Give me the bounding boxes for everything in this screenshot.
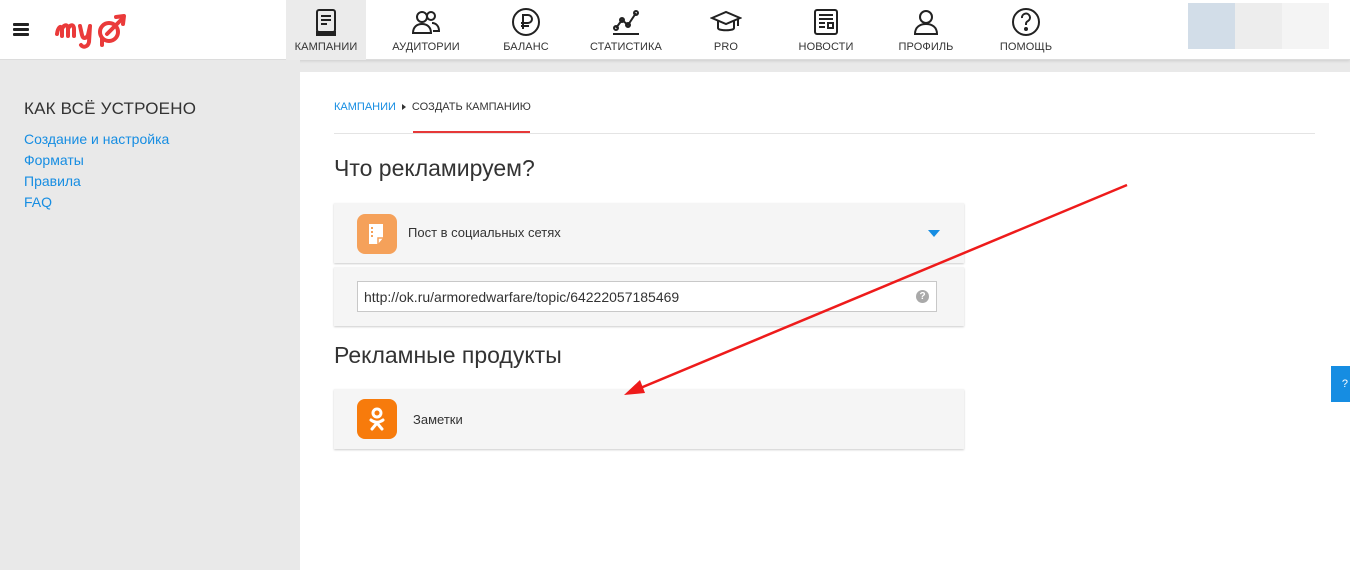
breadcrumb-current: СОЗДАТЬ КАМПАНИЮ — [411, 101, 531, 113]
breadcrumb-campaigns[interactable]: КАМПАНИИ — [334, 101, 396, 113]
nav-campaigns[interactable]: КАМПАНИИ — [286, 0, 366, 60]
main-content: КАМПАНИИ СОЗДАТЬ КАМПАНИЮ Что рекламируе… — [300, 72, 1350, 570]
help-sidebar: КАК ВСЁ УСТРОЕНО Создание и настройка Фо… — [0, 60, 300, 570]
balance-icon — [512, 8, 540, 36]
nav-audiences[interactable]: АУДИТОРИИ — [386, 0, 466, 60]
breadcrumb-divider — [334, 133, 1315, 134]
nav-label: НОВОСТИ — [798, 41, 854, 53]
odnoklassniki-icon — [357, 399, 397, 439]
breadcrumb-active-underline — [413, 131, 530, 133]
audiences-icon — [411, 11, 441, 34]
user-balance-area — [1282, 3, 1329, 49]
ad-product-label: Заметки — [413, 412, 463, 427]
url-input[interactable] — [357, 281, 937, 312]
sidebar-link-faq[interactable]: FAQ — [24, 192, 169, 213]
sidebar-link-rules[interactable]: Правила — [24, 171, 169, 192]
help-question-icon[interactable]: ? — [916, 290, 929, 303]
ad-products-title: Рекламные продукты — [334, 342, 562, 368]
profile-icon — [913, 10, 939, 35]
nav-label: ПРОФИЛЬ — [898, 41, 954, 53]
main-nav: КАМПАНИИ АУДИТОРИИ БАЛАНС СТАТИСТИКА PRO — [286, 0, 1086, 60]
object-type-label: Пост в социальных сетях — [408, 225, 561, 240]
url-card: ? — [334, 267, 964, 326]
what-advertise-title: Что рекламируем? — [334, 155, 535, 181]
social-post-icon — [357, 214, 397, 254]
nav-news[interactable]: НОВОСТИ — [786, 0, 866, 60]
nav-label: БАЛАНС — [503, 41, 549, 53]
nav-balance[interactable]: БАЛАНС — [486, 0, 566, 60]
mytarget-logo[interactable] — [52, 5, 136, 53]
nav-statistics[interactable]: СТАТИСТИКА — [586, 0, 666, 60]
breadcrumb: КАМПАНИИ СОЗДАТЬ КАМПАНИЮ — [334, 101, 531, 113]
nav-profile[interactable]: ПРОФИЛЬ — [886, 0, 966, 60]
statistics-icon — [613, 10, 639, 35]
breadcrumb-separator-icon — [401, 104, 406, 110]
nav-label: СТАТИСТИКА — [590, 41, 662, 53]
nav-pro[interactable]: PRO — [686, 0, 766, 60]
pro-icon — [710, 10, 742, 32]
help-icon — [1012, 8, 1040, 36]
sidebar-title: КАК ВСЁ УСТРОЕНО — [24, 99, 197, 118]
dropdown-arrow-icon[interactable] — [928, 230, 940, 237]
ad-product-card[interactable]: Заметки — [334, 389, 964, 449]
feedback-side-tab[interactable]: ? — [1331, 366, 1350, 402]
user-avatar — [1188, 3, 1235, 49]
nav-label: АУДИТОРИИ — [392, 41, 460, 53]
campaigns-icon — [316, 9, 336, 36]
nav-label: КАМПАНИИ — [294, 41, 358, 53]
nav-help[interactable]: ПОМОЩЬ — [986, 0, 1066, 60]
top-bar: КАМПАНИИ АУДИТОРИИ БАЛАНС СТАТИСТИКА PRO — [0, 0, 1350, 60]
nav-label: PRO — [713, 41, 739, 53]
user-account-block[interactable] — [1188, 3, 1329, 49]
sidebar-links: Создание и настройка Форматы Правила FAQ — [24, 129, 169, 213]
menu-icon[interactable] — [13, 23, 29, 36]
object-type-select[interactable]: Пост в социальных сетях — [334, 203, 964, 263]
sidebar-link-formats[interactable]: Форматы — [24, 150, 169, 171]
nav-label: ПОМОЩЬ — [999, 41, 1053, 53]
sidebar-link-setup[interactable]: Создание и настройка — [24, 129, 169, 150]
news-icon — [814, 9, 838, 35]
user-name-area — [1235, 3, 1282, 49]
